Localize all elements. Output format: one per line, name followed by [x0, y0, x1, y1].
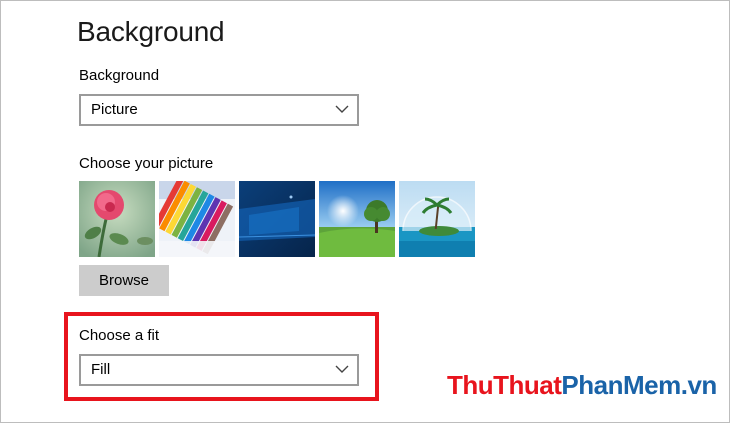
watermark: ThuThuatPhanMem.vn	[447, 370, 717, 401]
watermark-part2: PhanMem	[561, 370, 681, 400]
background-dropdown[interactable]: Picture	[79, 94, 359, 126]
chevron-down-icon	[335, 365, 349, 373]
browse-button[interactable]: Browse	[79, 265, 169, 296]
tree-field-picture-thumbnail[interactable]	[319, 181, 395, 257]
colored-pencils-picture-thumbnail[interactable]	[159, 181, 235, 257]
island-bubble-picture-thumbnail[interactable]	[399, 181, 475, 257]
page-title: Background	[77, 16, 225, 47]
rose-picture-thumbnail[interactable]	[79, 181, 155, 257]
background-dropdown-value: Picture	[91, 101, 138, 118]
fit-dropdown-value: Fill	[91, 361, 111, 378]
chevron-down-icon	[335, 105, 349, 113]
choose-picture-label: Choose your picture	[79, 155, 214, 172]
blue-windows-picture-thumbnail[interactable]	[239, 181, 315, 257]
watermark-part3: .vn	[680, 370, 718, 400]
choose-fit-label: Choose a fit	[79, 327, 160, 344]
fit-dropdown[interactable]: Fill	[79, 354, 359, 386]
watermark-part1: ThuThuat	[447, 370, 562, 400]
background-label: Background	[79, 67, 160, 84]
